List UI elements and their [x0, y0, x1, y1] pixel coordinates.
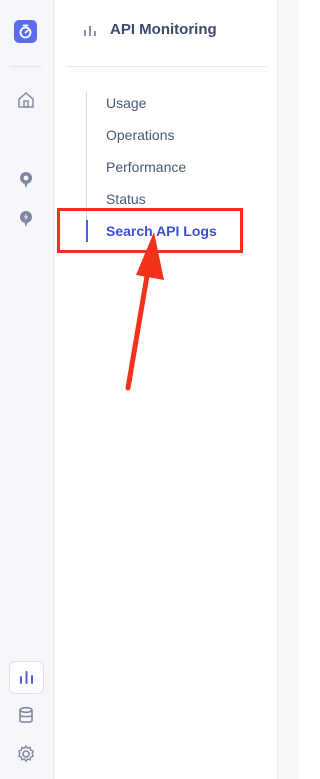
rail-divider	[10, 66, 42, 67]
map-pin-icon[interactable]	[15, 169, 37, 191]
annotation-arrow	[125, 232, 164, 391]
panel-divider	[66, 66, 266, 67]
gear-icon[interactable]	[15, 743, 37, 765]
nav-item-usage[interactable]: Usage	[106, 95, 146, 111]
nav-item-status[interactable]: Status	[106, 191, 146, 207]
home-icon[interactable]	[15, 89, 37, 111]
nav-item-operations[interactable]: Operations	[106, 127, 174, 143]
stopwatch-logo-icon[interactable]	[14, 20, 37, 43]
icon-rail	[0, 0, 54, 779]
database-icon[interactable]	[15, 705, 37, 727]
lightning-pin-icon[interactable]	[15, 208, 37, 230]
nav-item-performance[interactable]: Performance	[106, 159, 186, 175]
scrollbar-track[interactable]	[277, 0, 298, 779]
bar-chart-icon[interactable]	[9, 661, 44, 694]
bar-chart-icon	[84, 26, 96, 36]
section-title: API Monitoring	[110, 21, 217, 38]
